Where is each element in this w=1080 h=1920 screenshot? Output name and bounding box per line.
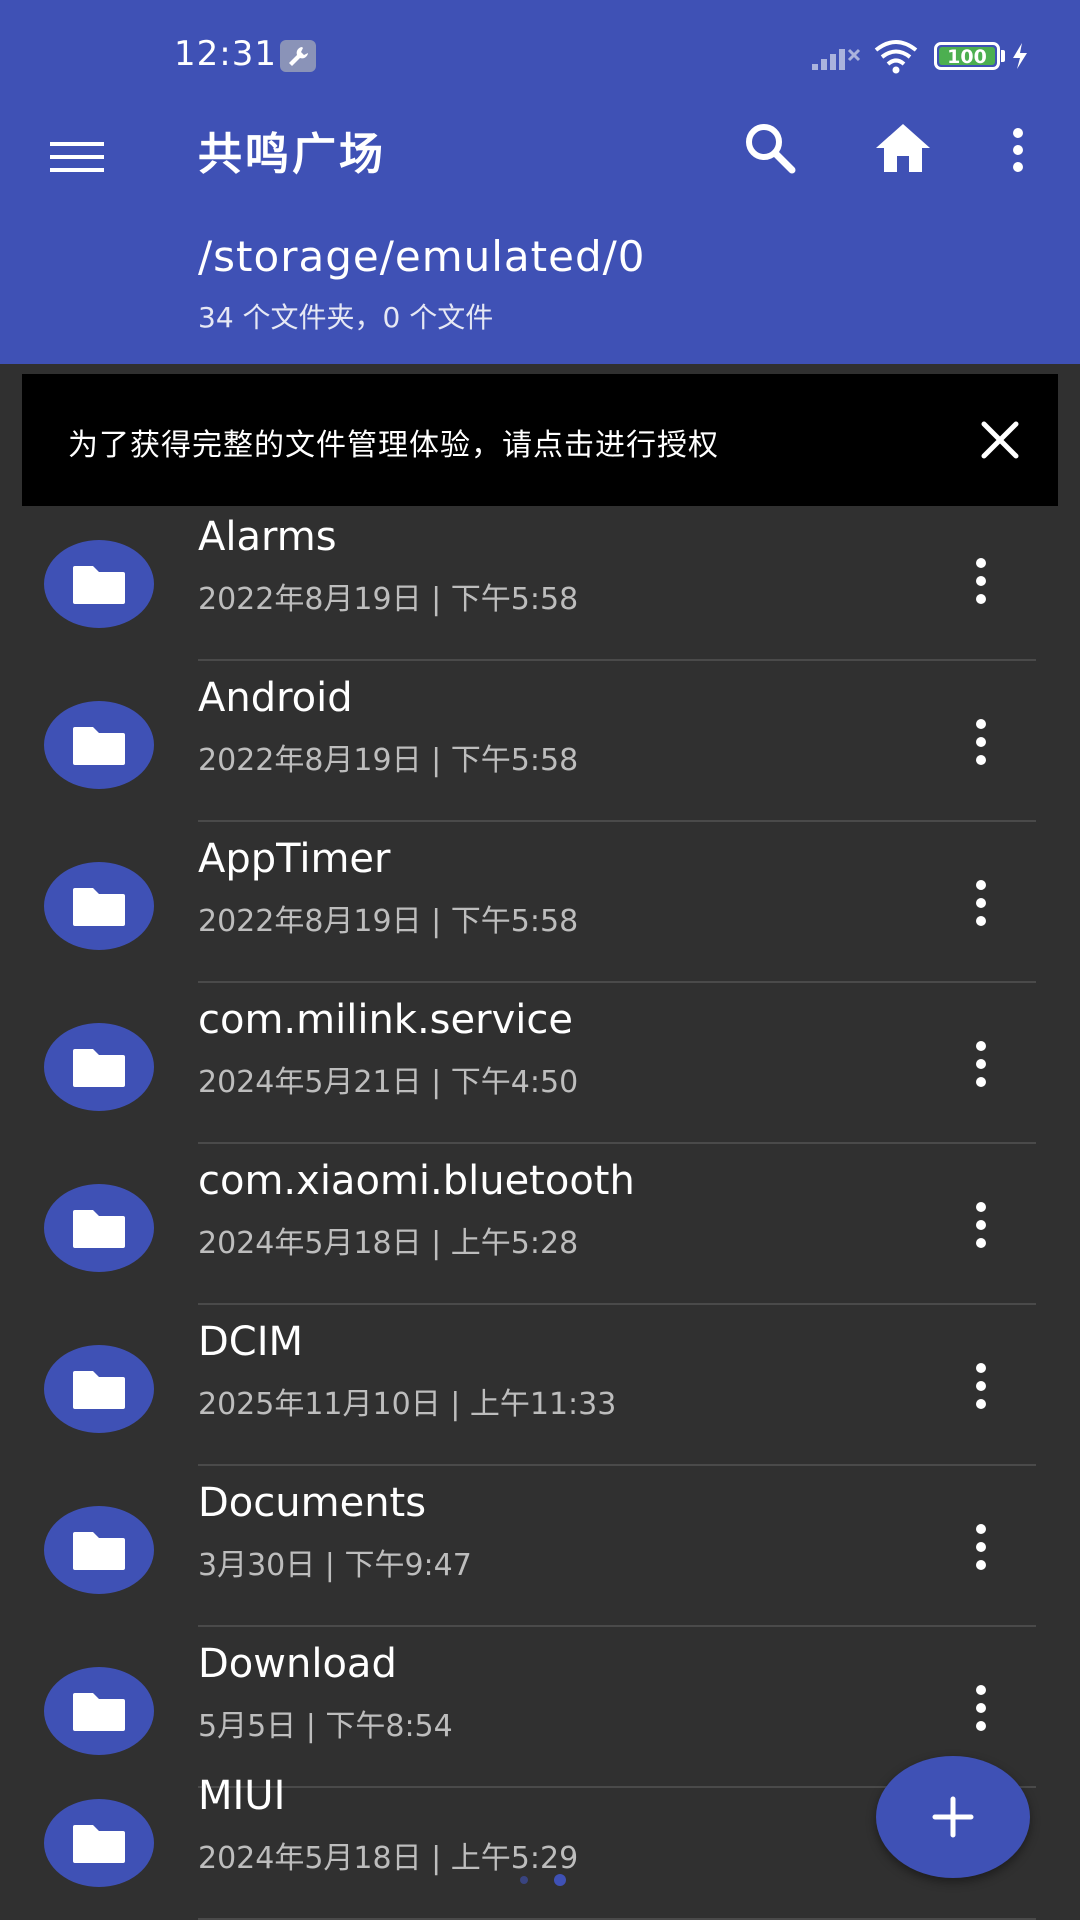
file-date: 5月5日 | 下午8:54 xyxy=(198,1709,453,1744)
file-date: 2022年8月19日 | 下午5:58 xyxy=(198,582,579,617)
wrench-icon xyxy=(280,40,316,72)
folder-icon xyxy=(44,1506,154,1594)
add-icon xyxy=(932,1796,974,1838)
file-name: AppTimer xyxy=(198,836,391,882)
signal-icon xyxy=(810,44,862,76)
file-date: 2022年8月19日 | 下午5:58 xyxy=(198,743,579,778)
file-date: 2025年11月10日 | 上午11:33 xyxy=(198,1387,617,1422)
file-row-documents[interactable]: Documents 3月30日 | 下午9:47 xyxy=(0,1466,1080,1627)
more-vert-icon[interactable] xyxy=(966,1196,996,1256)
toolbar: 共鸣广场 xyxy=(0,110,1080,230)
more-vert-icon[interactable] xyxy=(966,552,996,612)
folder-icon xyxy=(44,701,154,789)
file-name: Download xyxy=(198,1641,397,1687)
file-name: com.xiaomi.bluetooth xyxy=(198,1158,635,1204)
file-name: MIUI xyxy=(198,1773,286,1819)
file-name: DCIM xyxy=(198,1319,304,1365)
menu-icon[interactable] xyxy=(50,130,104,184)
file-date: 3月30日 | 下午9:47 xyxy=(198,1548,472,1583)
wifi-icon xyxy=(872,38,920,78)
scroll-indicator xyxy=(516,1872,576,1886)
file-row-dcim[interactable]: DCIM 2025年11月10日 | 上午11:33 xyxy=(0,1305,1080,1466)
battery-icon: 100 xyxy=(934,42,1000,70)
status-time: 12:31 xyxy=(174,34,277,74)
folder-icon xyxy=(44,1799,154,1887)
file-date: 2024年5月18日 | 上午5:29 xyxy=(198,1841,579,1876)
add-button[interactable] xyxy=(876,1756,1030,1878)
close-icon[interactable] xyxy=(978,418,1022,462)
banner-text: 为了获得完整的文件管理体验，请点击进行授权 xyxy=(68,428,719,463)
folder-icon xyxy=(44,1023,154,1111)
search-icon[interactable] xyxy=(740,118,800,178)
folder-icon xyxy=(44,540,154,628)
folder-icon xyxy=(44,1667,154,1755)
more-vert-icon[interactable] xyxy=(966,1357,996,1417)
file-row-apptimer[interactable]: AppTimer 2022年8月19日 | 下午5:58 xyxy=(0,822,1080,983)
battery-level: 100 xyxy=(947,46,987,68)
more-vert-icon[interactable] xyxy=(1000,120,1036,180)
file-row-alarms[interactable]: Alarms 2022年8月19日 | 下午5:58 xyxy=(0,500,1080,661)
file-date: 2022年8月19日 | 下午5:58 xyxy=(198,904,579,939)
file-manager-screen: Alarms 2022年8月19日 | 下午5:58 Android 2022年… xyxy=(0,0,1080,1920)
file-name: Android xyxy=(198,675,353,721)
more-vert-icon[interactable] xyxy=(966,874,996,934)
folder-icon xyxy=(44,862,154,950)
folder-icon xyxy=(44,1345,154,1433)
file-row-com-milink-service[interactable]: com.milink.service 2024年5月21日 | 下午4:50 xyxy=(0,983,1080,1144)
file-name: Documents xyxy=(198,1480,427,1526)
app-header: 12:31 100 共鸣广场 /storage/emulated/0 34 个文… xyxy=(0,0,1080,364)
folder-icon xyxy=(44,1184,154,1272)
file-row-android[interactable]: Android 2022年8月19日 | 下午5:58 xyxy=(0,661,1080,822)
battery-cap xyxy=(1001,50,1005,62)
file-date: 2024年5月21日 | 下午4:50 xyxy=(198,1065,579,1100)
charging-icon xyxy=(1010,42,1030,74)
home-icon[interactable] xyxy=(872,118,934,178)
permission-banner[interactable]: 为了获得完整的文件管理体验，请点击进行授权 xyxy=(22,374,1058,506)
more-vert-icon[interactable] xyxy=(966,1518,996,1578)
current-path[interactable]: /storage/emulated/0 xyxy=(198,232,645,281)
status-bar: 12:31 100 xyxy=(0,0,1080,110)
file-row-com-xiaomi-bluetooth[interactable]: com.xiaomi.bluetooth 2024年5月18日 | 上午5:28 xyxy=(0,1144,1080,1305)
folder-summary: 34 个文件夹，0 个文件 xyxy=(198,301,494,334)
more-vert-icon[interactable] xyxy=(966,1679,996,1739)
file-date: 2024年5月18日 | 上午5:28 xyxy=(198,1226,579,1261)
page-title: 共鸣广场 xyxy=(198,129,386,180)
more-vert-icon[interactable] xyxy=(966,713,996,773)
more-vert-icon[interactable] xyxy=(966,1035,996,1095)
file-name: Alarms xyxy=(198,514,337,560)
file-name: com.milink.service xyxy=(198,997,573,1043)
